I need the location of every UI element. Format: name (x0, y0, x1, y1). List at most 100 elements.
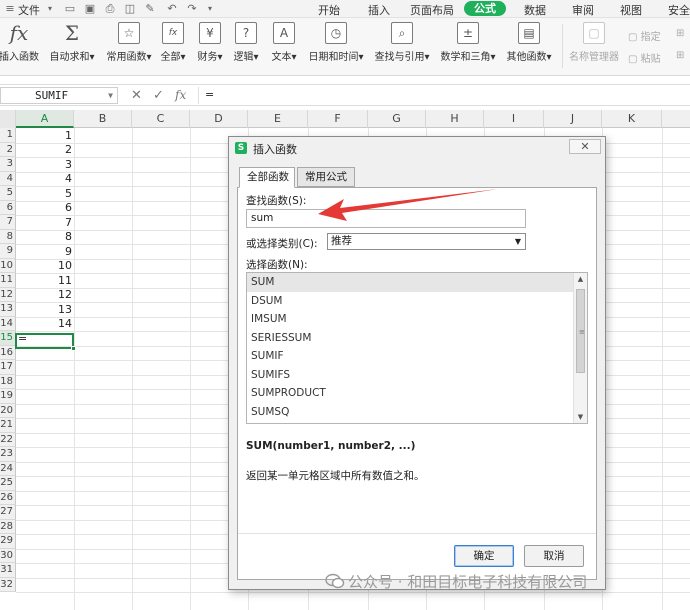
cell-a8[interactable]: 8 (16, 230, 72, 244)
list-item[interactable]: SUMPRODUCT (247, 384, 573, 403)
name-box[interactable]: SUMIF ▼ (0, 87, 118, 104)
row-header[interactable]: 5 (0, 186, 16, 201)
cell-a12[interactable]: 12 (16, 288, 72, 302)
row-header[interactable]: 9 (0, 244, 16, 259)
cancel-formula-icon[interactable]: ✕ (131, 88, 142, 103)
row-header[interactable]: 25 (0, 476, 16, 491)
lookup-button[interactable]: ⌕ 查找与引用▾ (372, 22, 432, 63)
print-icon[interactable]: ⎙ (104, 3, 116, 15)
cell-a14[interactable]: 14 (16, 317, 72, 331)
column-header-c[interactable]: C (132, 110, 190, 128)
cell-a13[interactable]: 13 (16, 303, 72, 317)
column-header-e[interactable]: E (248, 110, 308, 128)
quick-access-chevron-icon[interactable]: ▾ (204, 3, 216, 15)
row-header[interactable]: 27 (0, 505, 16, 520)
row-header[interactable]: 17 (0, 360, 16, 375)
undo-icon[interactable]: ↶ (166, 3, 178, 15)
fx-icon[interactable]: fx (175, 88, 186, 102)
specify-button[interactable]: ▢ 指定 (628, 28, 661, 43)
row-header[interactable]: 15 (0, 331, 16, 346)
row-header[interactable]: 19 (0, 389, 16, 404)
paste-button[interactable]: ▢ 粘贴 (628, 50, 661, 65)
all-functions-button[interactable]: fx 全部▾ (160, 22, 186, 63)
tab-view[interactable]: 视图 (620, 2, 642, 18)
row-header[interactable]: 6 (0, 200, 16, 215)
ribbon-overflow-icon-2[interactable]: ⊞ (676, 50, 684, 61)
cell-a4[interactable]: 4 (16, 172, 72, 186)
tab-all-functions[interactable]: 全部函数 (239, 167, 295, 188)
tab-home[interactable]: 开始 (318, 2, 340, 18)
scroll-up-icon[interactable]: ▲ (574, 273, 587, 285)
row-header[interactable]: 30 (0, 548, 16, 563)
confirm-formula-icon[interactable]: ✓ (153, 88, 164, 103)
row-header[interactable]: 8 (0, 229, 16, 244)
row-header[interactable]: 13 (0, 302, 16, 317)
ribbon-overflow-icon[interactable]: ⊞ (676, 28, 684, 39)
function-list-scrollbar[interactable]: ▲ ≡ ▼ (573, 273, 587, 423)
list-item[interactable]: SUMIF (247, 347, 573, 366)
fill-handle[interactable] (71, 346, 76, 351)
tab-data[interactable]: 数据 (524, 2, 546, 18)
cell-a5[interactable]: 5 (16, 187, 72, 201)
redo-icon[interactable]: ↷ (186, 3, 198, 15)
column-header-g[interactable]: G (368, 110, 426, 128)
preview-icon[interactable]: ◫ (124, 3, 136, 15)
row-header[interactable]: 14 (0, 316, 16, 331)
list-item[interactable]: DSUM (247, 292, 573, 311)
close-button[interactable]: ✕ (569, 139, 601, 154)
row-header[interactable]: 3 (0, 157, 16, 172)
tab-security[interactable]: 安全 (668, 2, 690, 18)
row-header[interactable]: 26 (0, 490, 16, 505)
list-item[interactable]: SUMIFS (247, 366, 573, 385)
row-header[interactable]: 10 (0, 258, 16, 273)
row-header[interactable]: 21 (0, 418, 16, 433)
logic-button[interactable]: ? 逻辑▾ (232, 22, 260, 63)
row-header[interactable]: 11 (0, 273, 16, 288)
column-header-b[interactable]: B (74, 110, 132, 128)
active-cell-a15[interactable] (15, 333, 76, 351)
common-functions-button[interactable]: ☆ 常用函数▾ (104, 22, 154, 63)
row-header[interactable]: 16 (0, 345, 16, 360)
tab-insert[interactable]: 插入 (368, 2, 390, 18)
cell-a3[interactable]: 3 (16, 158, 72, 172)
file-menu[interactable]: 文件 (18, 2, 40, 18)
list-item[interactable]: SUM (247, 273, 573, 292)
cell-a6[interactable]: 6 (16, 201, 72, 215)
chevron-down-icon[interactable]: ▼ (108, 88, 113, 103)
insert-function-button[interactable]: fx 插入函数 (0, 22, 42, 63)
column-header-j[interactable]: J (544, 110, 602, 128)
row-header[interactable]: 31 (0, 563, 16, 578)
row-header[interactable]: 1 (0, 128, 16, 143)
row-header[interactable]: 7 (0, 215, 16, 230)
row-header[interactable]: 28 (0, 519, 16, 534)
menu-icon[interactable]: ≡ (4, 3, 16, 15)
scroll-thumb[interactable]: ≡ (576, 289, 585, 373)
row-header[interactable]: 22 (0, 432, 16, 447)
cell-a2[interactable]: 2 (16, 143, 72, 157)
dialog-title-bar[interactable]: S 插入函数 ✕ (229, 137, 605, 159)
list-item[interactable]: IMSUM (247, 310, 573, 329)
row-header[interactable]: 24 (0, 461, 16, 476)
open-folder-icon[interactable]: ▭ (64, 3, 76, 15)
column-header-i[interactable]: I (484, 110, 544, 128)
format-painter-icon[interactable]: ✎ (144, 3, 156, 15)
tab-review[interactable]: 审阅 (572, 2, 594, 18)
row-header[interactable]: 12 (0, 287, 16, 302)
list-item[interactable]: SERIESSUM (247, 329, 573, 348)
cell-a10[interactable]: 10 (16, 259, 72, 273)
category-select[interactable]: 推荐 ▼ (327, 233, 526, 250)
tab-formula[interactable]: 公式 (464, 1, 506, 16)
list-item[interactable]: SUMSQ (247, 403, 573, 422)
text-button[interactable]: A 文本▾ (270, 22, 298, 63)
name-manager-button[interactable]: ▢ 名称管理器 (568, 22, 620, 63)
row-header[interactable]: 29 (0, 534, 16, 549)
cell-a7[interactable]: 7 (16, 216, 72, 230)
finance-button[interactable]: ¥ 财务▾ (196, 22, 224, 63)
cell-a11[interactable]: 11 (16, 274, 72, 288)
tab-common-formulas[interactable]: 常用公式 (297, 167, 355, 187)
row-header[interactable]: 20 (0, 403, 16, 418)
chevron-down-icon[interactable]: ▾ (44, 3, 56, 15)
ok-button[interactable]: 确定 (454, 545, 514, 567)
row-header[interactable]: 32 (0, 577, 16, 592)
other-functions-button[interactable]: ▤ 其他函数▾ (504, 22, 554, 63)
